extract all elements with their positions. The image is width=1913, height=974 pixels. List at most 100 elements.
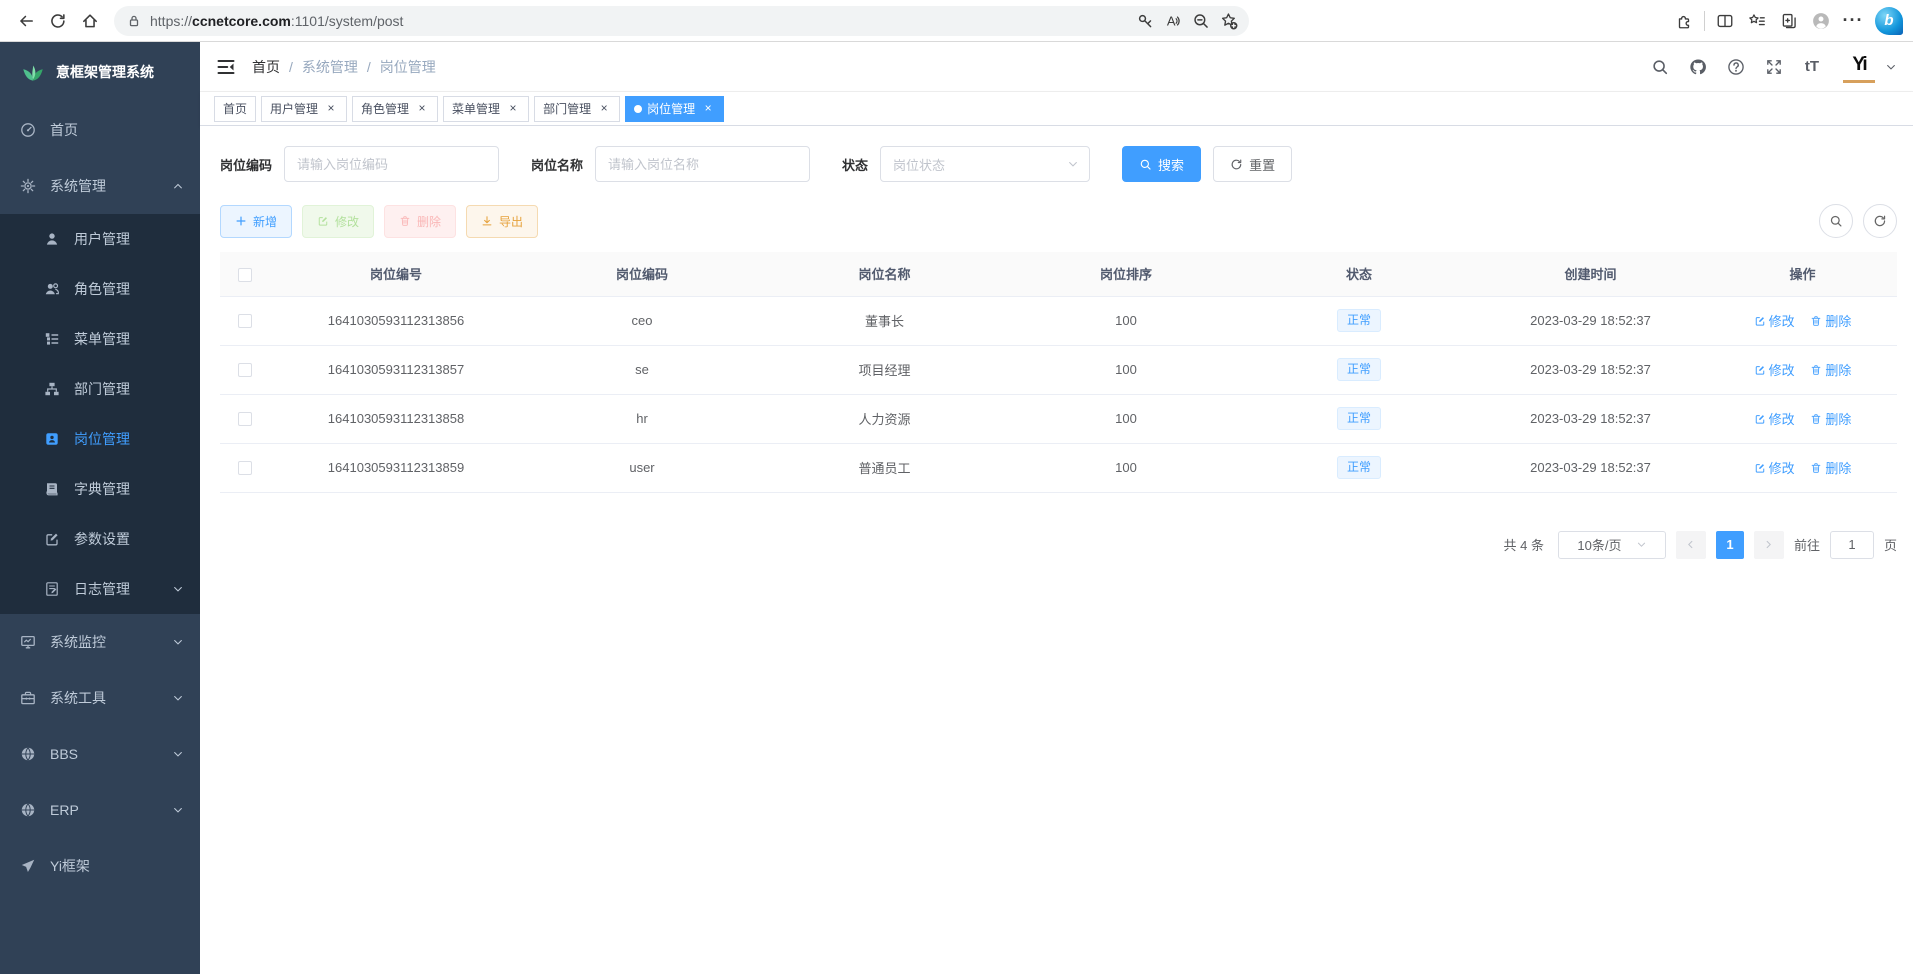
tab-departments[interactable]: 部门管理× (534, 96, 620, 122)
row-edit-link[interactable]: 修改 (1754, 311, 1795, 330)
app-logo[interactable]: 意框架管理系统 (0, 42, 200, 102)
cell-post-name: 人力资源 (762, 394, 1007, 443)
sidebar-item-users[interactable]: 用户管理 (0, 214, 200, 264)
tab-posts[interactable]: 岗位管理× (625, 96, 724, 122)
header-post-id: 岗位编号 (270, 252, 522, 296)
browser-actions: ··· b (1668, 5, 1903, 37)
page-size-select[interactable]: 10条/页 (1558, 531, 1666, 559)
dashboard-icon (20, 122, 36, 138)
edit-button[interactable]: 修改 (302, 205, 374, 238)
profile-avatar[interactable] (1805, 5, 1837, 37)
trash-icon (1810, 462, 1822, 474)
url-text[interactable]: https://ccnetcore.com:1101/system/post (150, 13, 1131, 29)
delete-button[interactable]: 删除 (384, 205, 456, 238)
chevron-up-icon (172, 180, 184, 192)
font-size-icon[interactable]: tT (1795, 50, 1829, 84)
copilot-bing-icon[interactable]: b (1875, 7, 1903, 35)
row-checkbox[interactable] (238, 412, 252, 426)
chevron-left-icon (1685, 539, 1696, 550)
sidebar-item-menus[interactable]: 菜单管理 (0, 314, 200, 364)
favorites-icon[interactable] (1741, 5, 1773, 37)
extensions-icon[interactable] (1668, 5, 1700, 37)
prev-page-button[interactable] (1676, 531, 1706, 559)
goto-page-input[interactable] (1830, 531, 1874, 559)
refresh-table-icon[interactable] (1863, 204, 1897, 238)
reset-button[interactable]: 重置 (1213, 146, 1292, 182)
tab-roles[interactable]: 角色管理× (352, 96, 438, 122)
user-avatar[interactable]: Yi (1843, 51, 1875, 83)
page-content: 岗位编码 岗位名称 状态 岗位状态 搜索 重置 (200, 126, 1913, 974)
tab-home[interactable]: 首页 (214, 96, 256, 122)
post-code-input[interactable] (284, 146, 499, 182)
breadcrumb-home[interactable]: 首页 (252, 57, 280, 77)
row-edit-link[interactable]: 修改 (1754, 458, 1795, 477)
tab-menus[interactable]: 菜单管理× (443, 96, 529, 122)
split-screen-icon[interactable] (1709, 5, 1741, 37)
sidebar-fold-icon[interactable] (216, 57, 236, 77)
address-bar[interactable]: https://ccnetcore.com:1101/system/post (114, 6, 1249, 36)
sidebar-item-parameters[interactable]: 参数设置 (0, 514, 200, 564)
back-icon[interactable] (10, 5, 42, 37)
fullscreen-icon[interactable] (1757, 50, 1791, 84)
menu-label: 用户管理 (74, 229, 130, 249)
close-icon[interactable]: × (415, 102, 429, 116)
sidebar-item-roles[interactable]: 角色管理 (0, 264, 200, 314)
sidebar-item-home[interactable]: 首页 (0, 102, 200, 158)
close-icon[interactable]: × (324, 102, 338, 116)
refresh-icon[interactable] (42, 5, 74, 37)
row-delete-link[interactable]: 删除 (1810, 360, 1851, 379)
row-delete-link[interactable]: 删除 (1810, 458, 1851, 477)
add-button[interactable]: 新增 (220, 205, 292, 238)
export-button[interactable]: 导出 (466, 205, 538, 238)
sidebar-item-bbs[interactable]: BBS (0, 726, 200, 782)
close-icon[interactable]: × (597, 102, 611, 116)
sidebar-item-system[interactable]: 系统管理 (0, 158, 200, 214)
sidebar-item-yi-framework[interactable]: Yi框架 (0, 838, 200, 894)
read-aloud-icon[interactable] (1159, 7, 1187, 35)
sidebar-item-tools[interactable]: 系统工具 (0, 670, 200, 726)
gear-icon (20, 178, 36, 194)
sidebar-item-logs[interactable]: 日志管理 (0, 564, 200, 614)
row-delete-link[interactable]: 删除 (1810, 311, 1851, 330)
sidebar-item-posts[interactable]: 岗位管理 (0, 414, 200, 464)
password-key-icon[interactable] (1131, 7, 1159, 35)
search-button[interactable]: 搜索 (1122, 146, 1201, 182)
edit-icon (1754, 462, 1766, 474)
page-number-1[interactable]: 1 (1716, 531, 1744, 559)
system-submenu: 用户管理 角色管理 菜单管理 部门管理 岗位管理 (0, 214, 200, 614)
row-edit-link[interactable]: 修改 (1754, 360, 1795, 379)
zoom-out-icon[interactable] (1187, 7, 1215, 35)
header-actions: 操作 (1708, 252, 1897, 296)
sidebar-item-monitor[interactable]: 系统监控 (0, 614, 200, 670)
more-menu-icon[interactable]: ··· (1837, 5, 1869, 37)
select-all-checkbox[interactable] (238, 268, 252, 282)
home-icon[interactable] (74, 5, 106, 37)
row-checkbox[interactable] (238, 363, 252, 377)
table-row: 1641030593112313859 user 普通员工 100 正常 202… (220, 443, 1897, 492)
collections-icon[interactable] (1773, 5, 1805, 37)
add-favorite-icon[interactable] (1215, 7, 1243, 35)
cell-post-sort: 100 (1007, 296, 1245, 345)
edit-icon (1754, 315, 1766, 327)
menu-label: Yi框架 (50, 856, 90, 876)
search-icon[interactable] (1643, 50, 1677, 84)
row-checkbox[interactable] (238, 314, 252, 328)
trash-icon (1810, 413, 1822, 425)
post-name-input[interactable] (595, 146, 810, 182)
tab-users[interactable]: 用户管理× (261, 96, 347, 122)
close-icon[interactable]: × (701, 102, 715, 116)
row-edit-link[interactable]: 修改 (1754, 409, 1795, 428)
sidebar-item-dictionary[interactable]: 字典管理 (0, 464, 200, 514)
status-select[interactable]: 岗位状态 (880, 146, 1090, 182)
next-page-button[interactable] (1754, 531, 1784, 559)
user-menu-caret-icon[interactable] (1885, 61, 1897, 73)
row-delete-link[interactable]: 删除 (1810, 409, 1851, 428)
github-icon[interactable] (1681, 50, 1715, 84)
cell-post-id: 1641030593112313858 (270, 394, 522, 443)
help-icon[interactable] (1719, 50, 1753, 84)
toggle-search-icon[interactable] (1819, 204, 1853, 238)
sidebar-item-departments[interactable]: 部门管理 (0, 364, 200, 414)
sidebar-item-erp[interactable]: ERP (0, 782, 200, 838)
row-checkbox[interactable] (238, 461, 252, 475)
close-icon[interactable]: × (506, 102, 520, 116)
